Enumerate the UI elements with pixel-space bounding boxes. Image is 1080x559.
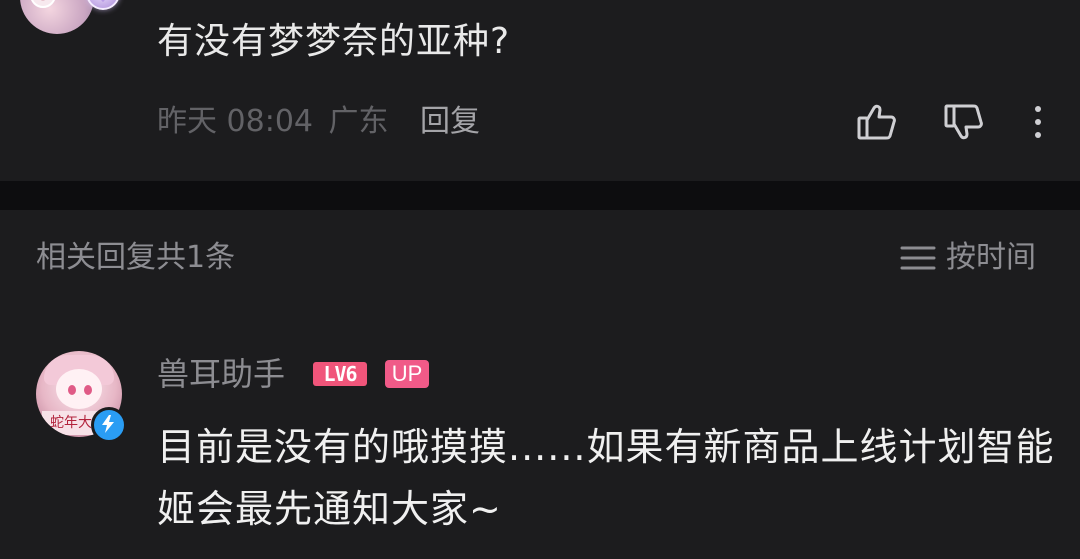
comment-text: 有没有梦梦奈的亚种?: [157, 21, 511, 62]
reply-text: 目前是没有的哦摸摸......如果有新商品上线计划智能姬会最先通知大家~: [157, 425, 1055, 531]
avatar-image: [20, 0, 94, 34]
reply-button[interactable]: 回复: [420, 102, 480, 142]
user-avatar[interactable]: ●: [20, 0, 120, 38]
lightning-icon: [91, 407, 127, 443]
level-badge: LV6: [313, 362, 367, 386]
replies-count-title: 相关回复共1条: [36, 240, 236, 275]
menu-icon: [900, 246, 936, 270]
thumbs-up-icon[interactable]: [855, 100, 899, 144]
more-vertical-icon[interactable]: [1016, 100, 1060, 144]
comment-time: 昨天 08:04: [157, 104, 313, 139]
section-divider: [0, 181, 1080, 210]
reply-username[interactable]: 兽耳助手: [157, 353, 285, 395]
up-badge: UP: [385, 360, 429, 388]
avatar-eye-left: [68, 385, 76, 395]
sort-label: 按时间: [946, 240, 1036, 275]
avatar-eye-right: [84, 385, 92, 395]
top-comment: ● 有没有梦梦奈的亚种? 昨天 08:04 广东 回复: [0, 0, 1080, 181]
comment-meta: 昨天 08:04 广东: [157, 102, 389, 142]
sort-button[interactable]: 按时间: [900, 238, 1036, 278]
avatar-face: [56, 369, 102, 409]
comment-location: 广东: [328, 104, 389, 139]
thumbs-down-icon[interactable]: [942, 100, 986, 144]
